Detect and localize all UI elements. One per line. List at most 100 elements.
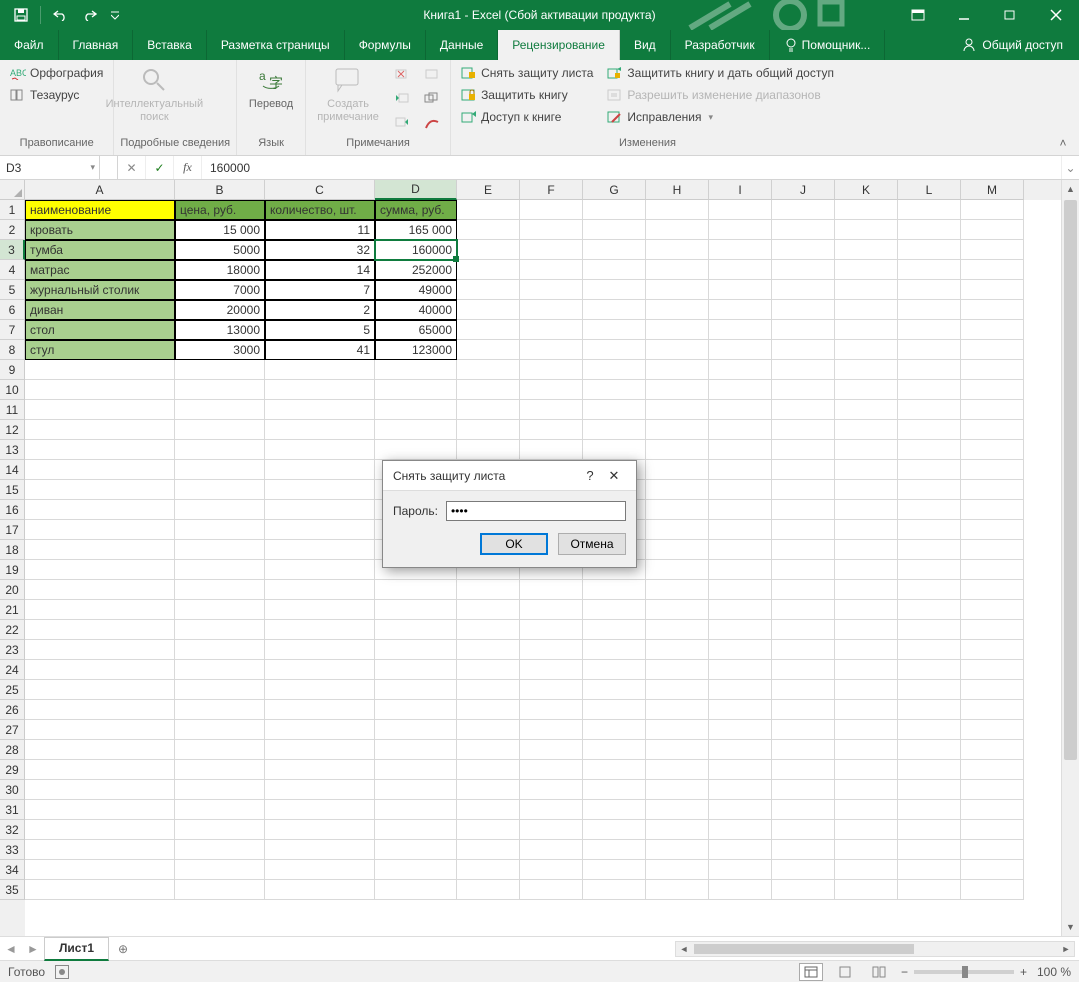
cell[interactable] [25, 400, 175, 420]
cell[interactable] [835, 340, 898, 360]
scroll-left-icon[interactable]: ◄ [676, 942, 692, 956]
cell[interactable] [175, 840, 265, 860]
cell[interactable]: кровать [25, 220, 175, 240]
cell[interactable] [709, 620, 772, 640]
cell[interactable] [457, 260, 520, 280]
cell[interactable] [772, 280, 835, 300]
cell[interactable] [520, 360, 583, 380]
undo-icon[interactable] [47, 3, 73, 27]
cell[interactable] [375, 740, 457, 760]
cell[interactable]: 32 [265, 240, 375, 260]
tab-insert[interactable]: Вставка [133, 30, 207, 60]
cell[interactable] [961, 800, 1024, 820]
maximize-icon[interactable] [987, 0, 1033, 30]
cell[interactable] [646, 420, 709, 440]
cell[interactable] [898, 740, 961, 760]
cell[interactable] [835, 560, 898, 580]
protect-workbook-button[interactable]: Защитить книгу [457, 84, 597, 106]
cell[interactable] [772, 420, 835, 440]
cell[interactable] [375, 360, 457, 380]
row-header[interactable]: 28 [0, 740, 25, 760]
cell[interactable] [709, 240, 772, 260]
cell[interactable] [772, 640, 835, 660]
cell[interactable] [520, 640, 583, 660]
scroll-right-icon[interactable]: ► [1058, 942, 1074, 956]
cell[interactable] [646, 460, 709, 480]
cell[interactable] [772, 260, 835, 280]
cell[interactable] [25, 840, 175, 860]
column-header[interactable]: B [175, 180, 265, 200]
cell[interactable] [772, 860, 835, 880]
cell[interactable] [709, 200, 772, 220]
cell[interactable] [583, 340, 646, 360]
cell[interactable] [898, 220, 961, 240]
dialog-close-icon[interactable]: ✕ [602, 468, 626, 484]
thesaurus-button[interactable]: Тезаурус [6, 84, 107, 106]
cell[interactable] [583, 580, 646, 600]
cell[interactable] [709, 780, 772, 800]
cell[interactable] [457, 840, 520, 860]
delete-comment-button[interactable] [390, 64, 414, 86]
cell[interactable] [583, 260, 646, 280]
column-header[interactable]: J [772, 180, 835, 200]
hscroll-thumb[interactable] [694, 944, 914, 954]
cell[interactable] [583, 760, 646, 780]
cell[interactable] [835, 480, 898, 500]
cell[interactable] [520, 240, 583, 260]
cell[interactable] [898, 500, 961, 520]
cell[interactable] [520, 320, 583, 340]
cell[interactable] [898, 440, 961, 460]
cell[interactable] [175, 520, 265, 540]
enter-formula-icon[interactable]: ✓ [146, 156, 174, 179]
cell[interactable] [961, 880, 1024, 900]
cell[interactable] [457, 820, 520, 840]
cell[interactable] [25, 800, 175, 820]
cell[interactable]: сумма, руб. [375, 200, 457, 220]
cell[interactable] [709, 360, 772, 380]
cell[interactable] [835, 440, 898, 460]
cell[interactable] [961, 200, 1024, 220]
cell[interactable] [709, 300, 772, 320]
cell[interactable] [265, 420, 375, 440]
cell[interactable] [265, 460, 375, 480]
cell[interactable] [835, 720, 898, 740]
cell[interactable] [457, 800, 520, 820]
cell[interactable] [520, 820, 583, 840]
cell[interactable] [265, 640, 375, 660]
cell[interactable] [583, 200, 646, 220]
cell[interactable] [520, 280, 583, 300]
next-comment-button[interactable] [390, 112, 414, 134]
cell[interactable] [583, 280, 646, 300]
column-header[interactable]: C [265, 180, 375, 200]
minimize-icon[interactable] [941, 0, 987, 30]
cell[interactable] [772, 200, 835, 220]
cell[interactable] [961, 460, 1024, 480]
cell[interactable] [898, 380, 961, 400]
cell[interactable] [375, 880, 457, 900]
cell[interactable]: стул [25, 340, 175, 360]
cell[interactable] [375, 760, 457, 780]
cell[interactable] [265, 880, 375, 900]
cell[interactable] [520, 740, 583, 760]
cell[interactable] [175, 680, 265, 700]
cell[interactable] [175, 740, 265, 760]
cell[interactable] [646, 320, 709, 340]
cell[interactable] [835, 640, 898, 660]
cell[interactable] [175, 420, 265, 440]
cell[interactable] [375, 840, 457, 860]
cell[interactable] [709, 540, 772, 560]
cell[interactable] [265, 820, 375, 840]
row-header[interactable]: 26 [0, 700, 25, 720]
cell[interactable] [25, 680, 175, 700]
cell[interactable] [772, 520, 835, 540]
cell[interactable] [265, 540, 375, 560]
cell[interactable] [175, 880, 265, 900]
cell[interactable] [457, 420, 520, 440]
cell[interactable] [265, 520, 375, 540]
cell[interactable] [646, 200, 709, 220]
row-header[interactable]: 29 [0, 760, 25, 780]
cell[interactable] [961, 620, 1024, 640]
cell[interactable] [772, 600, 835, 620]
cell[interactable] [520, 200, 583, 220]
row-header[interactable]: 5 [0, 280, 25, 300]
